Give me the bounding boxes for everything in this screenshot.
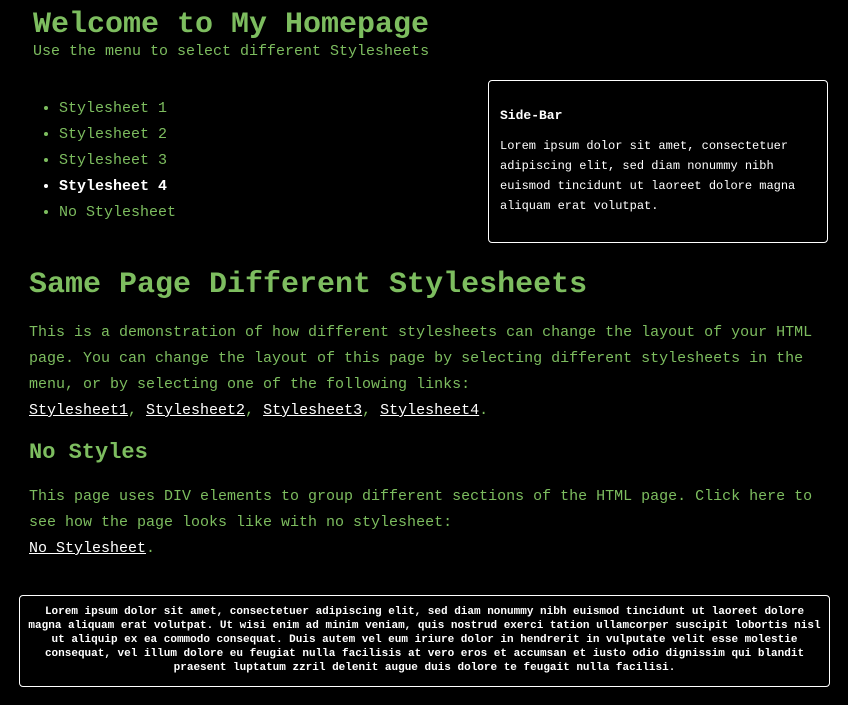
no-styles-text: This page uses DIV elements to group dif… [29, 488, 813, 531]
sidebar-text: Lorem ipsum dolor sit amet, consectetuer… [500, 139, 796, 213]
menu-item-stylesheet-3[interactable]: Stylesheet 3 [59, 148, 176, 174]
page-title: Welcome to My Homepage [33, 8, 430, 42]
menu-link-stylesheet-2[interactable]: Stylesheet 2 [59, 126, 167, 143]
link-stylesheet4[interactable]: Stylesheet4 [380, 402, 479, 419]
link-no-stylesheet[interactable]: No Stylesheet [29, 540, 146, 557]
stylesheet-menu: Stylesheet 1 Stylesheet 2 Stylesheet 3 S… [28, 96, 176, 226]
menu-item-no-stylesheet[interactable]: No Stylesheet [59, 200, 176, 226]
menu-link-stylesheet-4[interactable]: Stylesheet 4 [59, 178, 167, 195]
period: . [479, 402, 489, 419]
menu-item-stylesheet-2[interactable]: Stylesheet 2 [59, 122, 176, 148]
main-content: Same Page Different Stylesheets This is … [29, 266, 829, 562]
menu-link-stylesheet-1[interactable]: Stylesheet 1 [59, 100, 167, 117]
menu-item-stylesheet-1[interactable]: Stylesheet 1 [59, 96, 176, 122]
link-stylesheet1[interactable]: Stylesheet1 [29, 402, 128, 419]
link-separator: , [245, 402, 264, 419]
page-subtitle: Use the menu to select different Stylesh… [33, 43, 430, 60]
main-heading: Same Page Different Stylesheets [29, 268, 588, 302]
link-separator: , [362, 402, 381, 419]
menu-link-no-stylesheet[interactable]: No Stylesheet [59, 204, 176, 221]
period: . [146, 540, 156, 557]
menu-item-stylesheet-4[interactable]: Stylesheet 4 [59, 174, 176, 200]
intro-text: This is a demonstration of how different… [29, 324, 813, 393]
link-separator: , [128, 402, 147, 419]
footer-text: Lorem ipsum dolor sit amet, consectetuer… [28, 606, 821, 674]
link-stylesheet2[interactable]: Stylesheet2 [146, 402, 245, 419]
sidebar-box: Side-Bar Lorem ipsum dolor sit amet, con… [488, 80, 828, 243]
link-stylesheet3[interactable]: Stylesheet3 [263, 402, 362, 419]
intro-paragraph: This is a demonstration of how different… [29, 320, 829, 424]
no-styles-paragraph: This page uses DIV elements to group dif… [29, 484, 829, 562]
page-header: Welcome to My Homepage Use the menu to s… [33, 6, 429, 60]
sidebar-title: Side-Bar [500, 108, 563, 123]
section-heading-no-styles: No Styles [29, 440, 148, 465]
menu-link-stylesheet-3[interactable]: Stylesheet 3 [59, 152, 167, 169]
footer-box: Lorem ipsum dolor sit amet, consectetuer… [19, 595, 830, 687]
